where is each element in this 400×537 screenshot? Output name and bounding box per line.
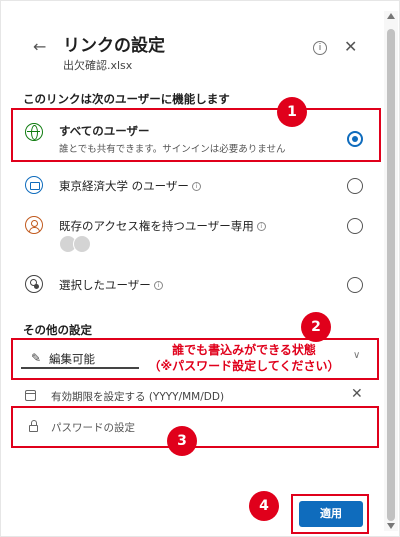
avatar: [73, 235, 91, 253]
page-title: リンクの設定: [63, 36, 165, 56]
radio-organization[interactable]: [347, 178, 363, 194]
option-existing-access-label: 既存のアクセス権を持つユーザー専用 i: [59, 218, 266, 234]
annotation-box-4: [291, 494, 369, 534]
option-existing-access[interactable]: 既存のアクセス権を持つユーザー専用 i: [15, 209, 379, 259]
back-arrow-icon[interactable]: ←: [33, 39, 49, 55]
option-organization[interactable]: 東京経済大学 のユーザー i: [15, 171, 379, 201]
close-icon[interactable]: ✕: [344, 39, 357, 55]
info-icon[interactable]: i: [256, 222, 266, 231]
scrollbar[interactable]: [384, 11, 398, 531]
scroll-up-icon[interactable]: [387, 13, 395, 19]
annotation-badge-2: 2: [301, 312, 331, 342]
scrollbar-thumb[interactable]: [387, 29, 395, 521]
annotation-box-1: [11, 108, 381, 162]
option-specific-people-text: 選択したユーザー: [59, 278, 151, 292]
link-settings-panel: ← リンクの設定 出欠確認.xlsx i ✕ このリンクは次のユーザーに機能しま…: [0, 0, 400, 537]
organization-icon: [25, 176, 43, 194]
calendar-icon: [25, 390, 36, 401]
option-organization-text: 東京経済大学 のユーザー: [59, 179, 189, 193]
avatar-group: [59, 235, 97, 253]
annotation-badge-3: 3: [167, 426, 197, 456]
option-specific-people-label: 選択したユーザー i: [59, 277, 163, 293]
scroll-down-icon[interactable]: [387, 523, 395, 529]
option-existing-access-text: 既存のアクセス権を持つユーザー専用: [59, 219, 254, 233]
person-icon: [25, 216, 43, 234]
radio-existing-access[interactable]: [347, 218, 363, 234]
clear-expiry-icon[interactable]: ✕: [351, 386, 363, 402]
annotation-badge-4: 4: [249, 491, 279, 521]
info-icon[interactable]: i: [153, 281, 163, 290]
select-person-icon: [25, 275, 43, 293]
option-organization-label: 東京経済大学 のユーザー i: [59, 178, 201, 194]
info-icon[interactable]: i: [191, 182, 201, 191]
option-specific-people[interactable]: 選択したユーザー i: [15, 269, 379, 299]
link-scope-heading: このリンクは次のユーザーに機能します: [23, 92, 230, 106]
annotation-box-2: [11, 338, 379, 380]
other-settings-heading: その他の設定: [23, 323, 92, 337]
file-name: 出欠確認.xlsx: [63, 59, 133, 72]
info-icon[interactable]: i: [313, 41, 327, 55]
radio-specific-people[interactable]: [347, 277, 363, 293]
annotation-badge-1: 1: [277, 97, 307, 127]
expiry-label: 有効期限を設定する (YYYY/MM/DD): [51, 391, 225, 403]
